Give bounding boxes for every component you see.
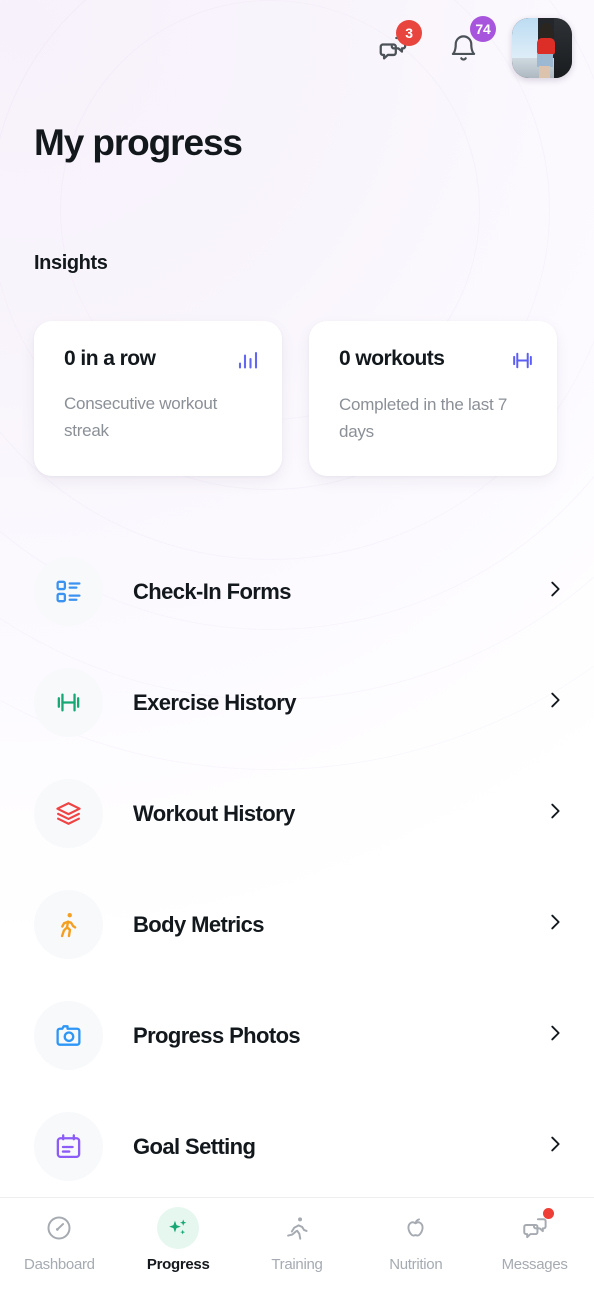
chevron-right-icon xyxy=(544,578,566,605)
chevron-right-icon xyxy=(544,800,566,827)
insight-cards: 0 in a row Consecutive workout streak 0 … xyxy=(34,321,557,476)
nav-item-label: Training xyxy=(271,1256,323,1273)
messages-button[interactable]: 3 xyxy=(372,20,422,72)
gauge-icon xyxy=(38,1207,80,1249)
page-title: My progress xyxy=(34,122,243,163)
nav-item-label: Progress xyxy=(146,1256,210,1273)
menu-item-label: Check-In Forms xyxy=(133,578,291,604)
progress-screen: 3 74 My progress Insights 0 in a row Con… xyxy=(0,0,594,1292)
layers-stack-icon xyxy=(34,779,103,848)
notifications-button[interactable]: 74 xyxy=(442,16,496,72)
dumbbell-icon xyxy=(34,668,103,737)
nav-item-label: Messages xyxy=(501,1256,568,1273)
menu-item-check-in-forms[interactable]: Check-In Forms xyxy=(0,536,594,647)
nav-item-progress[interactable]: Progress xyxy=(119,1207,238,1273)
nav-item-label: Nutrition xyxy=(389,1256,443,1273)
insight-card-value: 0 in a row xyxy=(64,347,156,370)
insight-card-workouts[interactable]: 0 workouts Completed in the last 7 days xyxy=(309,321,557,476)
camera-icon xyxy=(34,1001,103,1070)
bar-chart-icon xyxy=(236,348,260,377)
avatar[interactable] xyxy=(512,18,572,78)
menu-item-label: Goal Setting xyxy=(133,1133,256,1159)
nav-item-training[interactable]: Training xyxy=(238,1207,357,1273)
chevron-right-icon xyxy=(544,1133,566,1160)
calendar-icon xyxy=(34,1112,103,1181)
insight-card-subtitle: Completed in the last 7 days xyxy=(339,395,508,442)
chevron-right-icon xyxy=(544,911,566,938)
list-checklist-icon xyxy=(34,557,103,626)
top-bar: 3 74 xyxy=(0,0,594,96)
chevron-right-icon xyxy=(544,1022,566,1049)
menu-item-workout-history[interactable]: Workout History xyxy=(0,758,594,869)
menu-item-goal-setting[interactable]: Goal Setting xyxy=(0,1091,594,1202)
running-icon xyxy=(276,1207,318,1249)
dumbbell-icon xyxy=(510,348,535,378)
messages-badge: 3 xyxy=(396,20,422,46)
apple-icon xyxy=(395,1207,437,1249)
insight-card-value: 0 workouts xyxy=(339,347,445,370)
insights-section-label: Insights xyxy=(34,252,108,274)
sparkles-icon xyxy=(157,1207,200,1249)
nav-item-dashboard[interactable]: Dashboard xyxy=(0,1207,119,1273)
menu-item-progress-photos[interactable]: Progress Photos xyxy=(0,980,594,1091)
notifications-badge: 74 xyxy=(470,16,496,42)
progress-menu-list: Check-In Forms Exercise History Workout … xyxy=(0,536,594,1202)
chevron-right-icon xyxy=(544,689,566,716)
menu-item-label: Exercise History xyxy=(133,689,296,715)
menu-item-label: Progress Photos xyxy=(133,1022,301,1048)
nav-item-label: Dashboard xyxy=(24,1256,95,1273)
menu-item-exercise-history[interactable]: Exercise History xyxy=(0,647,594,758)
menu-item-label: Body Metrics xyxy=(133,911,265,937)
walking-person-icon xyxy=(34,890,103,959)
menu-item-label: Workout History xyxy=(133,800,295,826)
bottom-navigation: Dashboard Progress Training Nutrition Me… xyxy=(0,1197,594,1292)
nav-item-nutrition[interactable]: Nutrition xyxy=(356,1207,475,1273)
insight-card-subtitle: Consecutive workout streak xyxy=(64,394,218,441)
menu-item-body-metrics[interactable]: Body Metrics xyxy=(0,869,594,980)
messages-unread-dot xyxy=(542,1208,554,1219)
insight-card-streak[interactable]: 0 in a row Consecutive workout streak xyxy=(34,321,282,476)
chat-bubbles-icon xyxy=(514,1207,556,1249)
nav-item-messages[interactable]: Messages xyxy=(475,1207,594,1273)
